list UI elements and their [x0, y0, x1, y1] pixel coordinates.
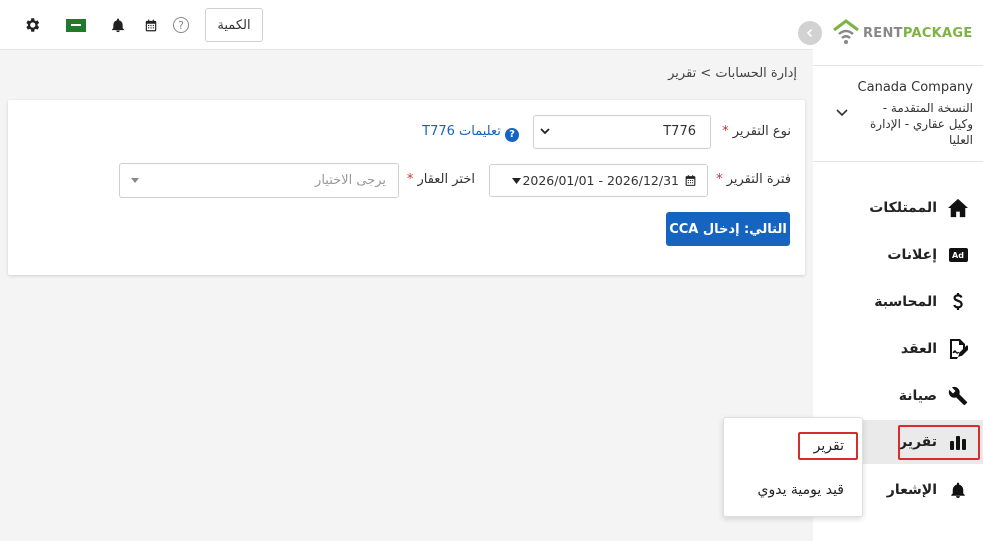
sidebar-item-accounting[interactable]: المحاسبة: [813, 280, 983, 324]
chevron-down-icon: [540, 128, 550, 135]
t776-instructions-text: تعليمات T776: [422, 124, 501, 139]
report-type-label-text: نوع التقرير: [732, 124, 791, 139]
company-name: Canada Company: [857, 80, 973, 95]
dollar-icon: [947, 291, 969, 313]
property-select[interactable]: يرجى الاختيار: [119, 163, 399, 198]
report-type-label: نوع التقرير *: [722, 124, 791, 139]
quantity-button[interactable]: الكمية: [205, 8, 263, 42]
calendar-icon[interactable]: [140, 14, 162, 36]
home-icon: [947, 197, 969, 219]
sidebar-collapse-button[interactable]: [798, 21, 822, 45]
sidebar-item-label: تقرير: [898, 434, 937, 450]
next-cca-button[interactable]: التالي: إدخال CCA: [666, 212, 790, 246]
sidebar-item-maintenance[interactable]: صيانة: [813, 374, 983, 418]
report-type-select[interactable]: T776: [533, 115, 711, 149]
chevron-left-icon: [806, 28, 813, 38]
help-icon[interactable]: ?: [170, 14, 192, 36]
top-header: ? الكمية: [0, 0, 813, 50]
report-form-card: نوع التقرير * T776 ? تعليمات T776 فترة ا…: [8, 100, 805, 275]
required-mark: *: [722, 124, 729, 139]
report-period-label: فترة التقرير *: [716, 172, 791, 187]
chevron-down-icon: [836, 109, 848, 117]
wrench-icon: [947, 385, 969, 407]
sidebar-item-label: الإشعار: [886, 482, 937, 498]
t776-instructions-link[interactable]: ? تعليمات T776: [422, 124, 519, 142]
report-type-value: T776: [663, 124, 696, 139]
sidebar-item-contract[interactable]: العقد: [813, 327, 983, 371]
logo-package-text: PACKAGE: [902, 26, 973, 41]
report-period-value: 2026/01/01 - 2026/12/31: [522, 173, 679, 188]
saudi-flag-icon: [66, 18, 86, 32]
sidebar-item-label: صيانة: [898, 388, 937, 404]
house-wifi-logo-icon: [833, 19, 859, 44]
property-label-text: اختر العقار: [417, 172, 475, 187]
bell-icon[interactable]: [107, 14, 129, 36]
bell-icon: [947, 479, 969, 501]
submenu-item-manual-journal[interactable]: قيد يومية يدوي: [758, 482, 845, 498]
breadcrumb: إدارة الحسابات > تقرير: [668, 66, 797, 81]
logo-rent-text: RENT: [863, 26, 903, 41]
rentpackage-logo[interactable]: RENTPACKAGE: [831, 18, 981, 48]
caret-down-icon: [131, 178, 139, 183]
report-period-label-text: فترة التقرير: [726, 172, 791, 187]
sidebar-item-label: الممتلكات: [869, 200, 937, 216]
logo-text: RENTPACKAGE: [863, 26, 973, 41]
property-placeholder: يرجى الاختيار: [315, 173, 386, 188]
sidebar-item-label: المحاسبة: [874, 294, 937, 310]
gear-icon[interactable]: [21, 14, 43, 36]
contract-icon: [947, 338, 969, 360]
caret-down-icon: [512, 178, 521, 184]
calendar-icon: [685, 175, 696, 186]
help-badge-icon: ?: [505, 127, 519, 142]
company-selector[interactable]: Canada Company النسخة المتقدمة - وكيل عق…: [813, 65, 983, 162]
ad-icon: Ad: [947, 244, 969, 266]
sidebar-item-label: إعلانات: [887, 247, 937, 263]
company-plan-description: النسخة المتقدمة - وكيل عقاري - الإدارة ا…: [869, 101, 973, 147]
sidebar-item-properties[interactable]: الممتلكات: [813, 186, 983, 230]
required-mark: *: [716, 172, 723, 187]
property-label: اختر العقار *: [407, 172, 475, 187]
help-circle-icon: ?: [173, 17, 189, 33]
bar-chart-icon: [947, 431, 969, 453]
required-mark: *: [406, 172, 414, 187]
report-period-picker[interactable]: 2026/01/01 - 2026/12/31: [489, 164, 708, 197]
sidebar-item-ads[interactable]: Ad إعلانات: [813, 233, 983, 277]
flag-icon[interactable]: [65, 14, 87, 36]
submenu-item-report[interactable]: تقرير: [814, 438, 844, 454]
report-submenu: تقرير قيد يومية يدوي: [723, 417, 863, 517]
ad-badge: Ad: [948, 248, 968, 262]
sidebar-item-label: العقد: [900, 341, 937, 357]
